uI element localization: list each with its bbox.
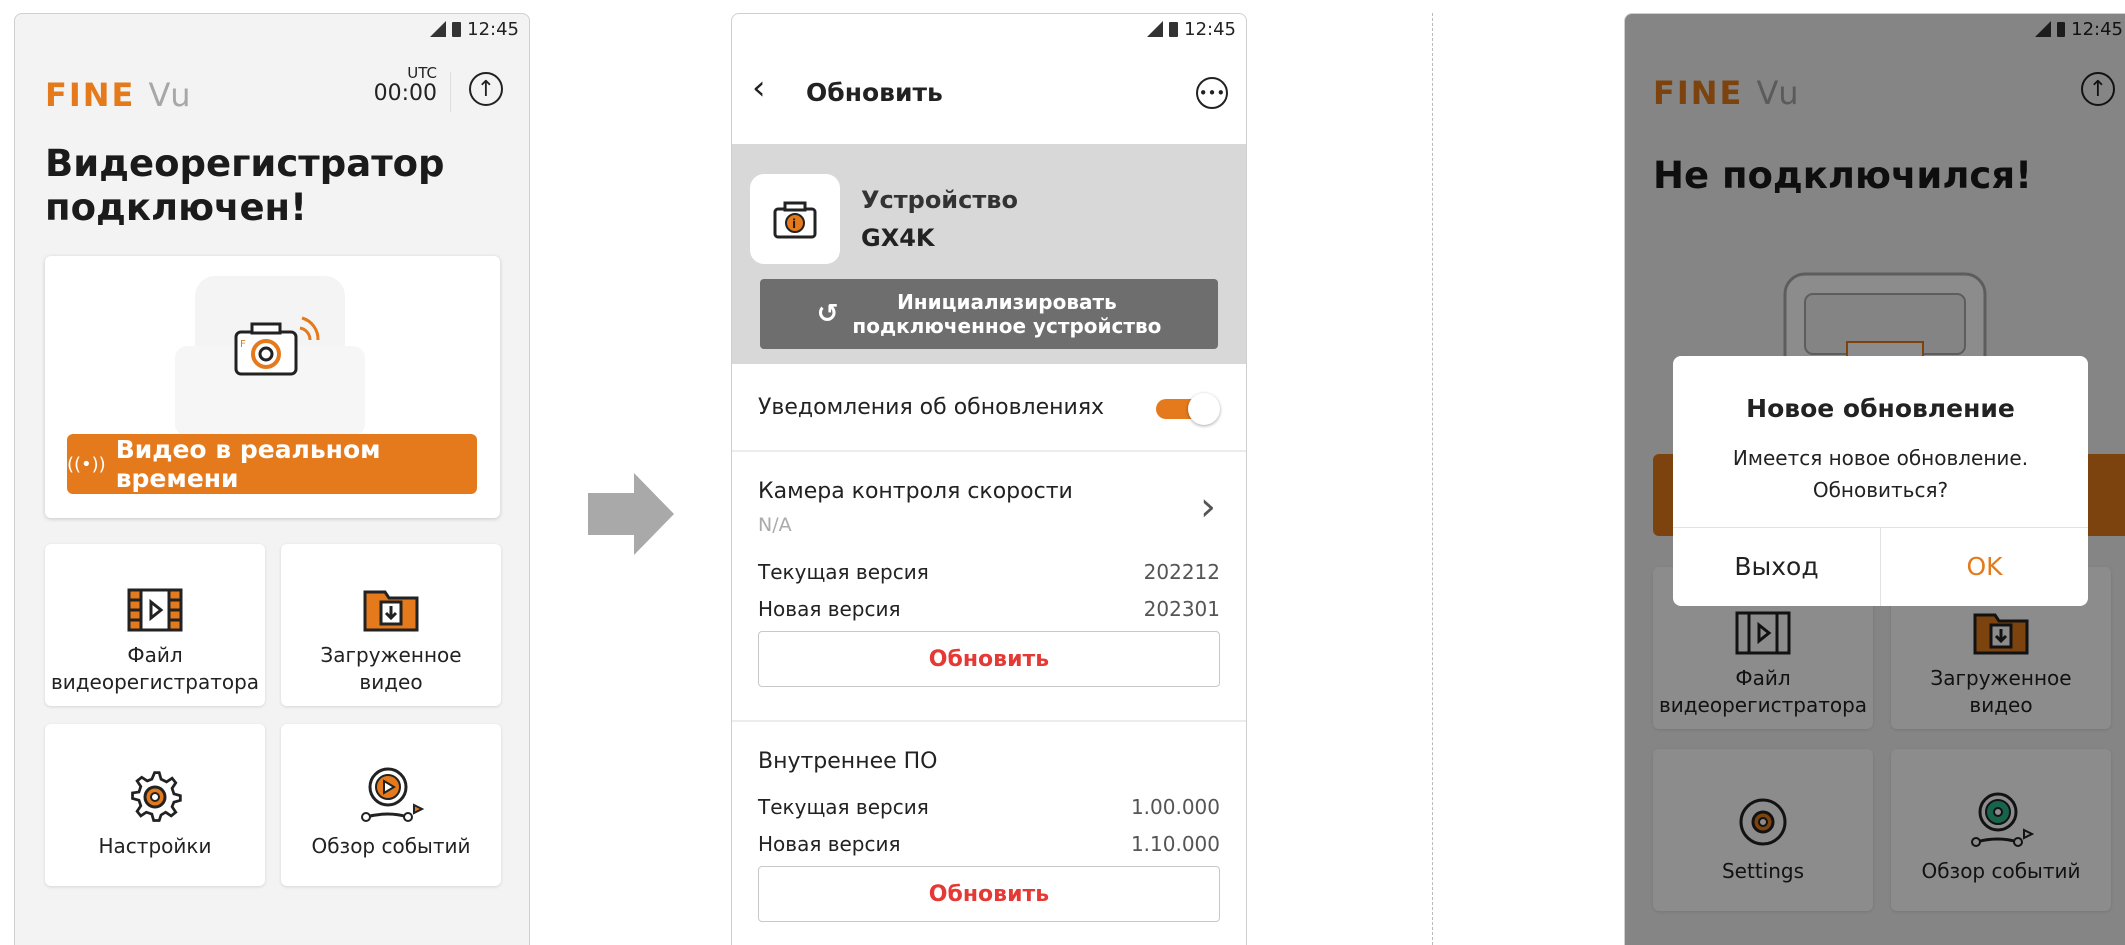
device-model: GX4K bbox=[861, 224, 935, 252]
finevu-logo: FINE Vu bbox=[45, 76, 193, 114]
event-map-icon bbox=[361, 767, 424, 822]
page-title: Видеорегистратор подключен! bbox=[45, 142, 445, 229]
speedcam-status: N/A bbox=[758, 514, 792, 536]
tile-label: видео bbox=[359, 670, 423, 694]
row-value: 1.00.000 bbox=[1130, 795, 1220, 819]
live-video-label: Видео в реальном времени bbox=[115, 435, 381, 493]
tile-label: Обзор событий bbox=[311, 834, 471, 858]
battery-icon bbox=[452, 21, 462, 37]
app-bar: ‹ Обновить ••• bbox=[732, 64, 1246, 124]
status-time: 12:45 bbox=[1184, 18, 1236, 40]
more-options-button[interactable]: ••• bbox=[1196, 77, 1228, 109]
device-icon: i bbox=[750, 174, 840, 264]
firmware-current-row: Текущая версия 1.00.000 bbox=[758, 795, 1220, 819]
arrow-right-icon bbox=[588, 473, 674, 555]
status-time: 12:45 bbox=[467, 18, 519, 40]
gear-icon bbox=[131, 771, 182, 822]
signal-icon bbox=[430, 21, 447, 37]
init-label-line2: подключенное устройство bbox=[852, 314, 1162, 338]
tile-label: Файл bbox=[127, 643, 183, 667]
film-icon bbox=[127, 588, 183, 632]
notifications-label: Уведомления об обновлениях bbox=[758, 395, 1105, 420]
signal-icon bbox=[1147, 21, 1164, 37]
update-dialog: Новое обновление Имеется новое обновлени… bbox=[1673, 356, 2088, 606]
broadcast-icon: ((•)) bbox=[67, 453, 106, 475]
tile-label: видеорегистратора bbox=[50, 670, 260, 694]
chevron-right-icon[interactable]: › bbox=[1200, 484, 1216, 530]
screen-connected: 12:45 FINE Vu UTC 00:00 ↑ Видеорегистрат… bbox=[14, 13, 530, 945]
update-label: Обновить bbox=[928, 646, 1050, 672]
tile-label: Загруженное bbox=[320, 643, 462, 667]
speedcam-current-row: Текущая версия 202212 bbox=[758, 560, 1220, 584]
notifications-toggle[interactable] bbox=[1156, 393, 1220, 425]
battery-icon bbox=[1169, 21, 1179, 37]
tile-label: Настройки bbox=[98, 834, 212, 858]
speedcam-new-row: Новая версия 202301 bbox=[758, 597, 1220, 621]
live-video-button[interactable]: ((•)) Видео в реальном времени bbox=[67, 434, 477, 494]
row-value: 202212 bbox=[1143, 560, 1220, 584]
download-folder-icon bbox=[363, 590, 419, 632]
dashcam-wifi-icon: F bbox=[234, 316, 320, 376]
divider bbox=[732, 450, 1246, 452]
initialize-device-button[interactable]: ↺ Инициализировать подключенное устройст… bbox=[760, 279, 1218, 349]
header-divider bbox=[450, 72, 451, 112]
row-value: 202301 bbox=[1143, 597, 1220, 621]
refresh-icon: ↺ bbox=[816, 299, 839, 329]
status-bar: 12:45 bbox=[15, 14, 529, 44]
utc-clock: UTC 00:00 bbox=[373, 64, 437, 107]
tile-event-review[interactable]: Обзор событий bbox=[281, 724, 501, 886]
screen-title: Обновить bbox=[806, 78, 943, 107]
status-bar: 12:45 bbox=[732, 14, 1246, 44]
utc-time: 00:00 bbox=[373, 81, 437, 106]
dialog-message: Имеется новое обновление. Обновиться? bbox=[1732, 446, 2029, 502]
update-label: Обновить bbox=[928, 881, 1050, 907]
row-label: Новая версия bbox=[758, 597, 901, 621]
init-label-line1: Инициализировать bbox=[897, 290, 1117, 314]
row-label: Текущая версия bbox=[758, 560, 929, 584]
firmware-title: Внутреннее ПО bbox=[758, 749, 938, 774]
speedcam-title: Камера контроля скорости bbox=[758, 479, 1073, 504]
dialog-ok-button[interactable]: OK bbox=[1881, 527, 2088, 606]
dialog-exit-button[interactable]: Выход bbox=[1673, 527, 1880, 606]
tile-downloaded-video[interactable]: Загруженное видео bbox=[281, 544, 501, 706]
row-value: 1.10.000 bbox=[1130, 832, 1220, 856]
live-view-card: F ((•)) Видео в реальном времени bbox=[45, 256, 500, 518]
section-divider bbox=[1432, 13, 1433, 945]
update-speedcam-button[interactable]: Обновить bbox=[758, 631, 1220, 687]
row-label: Текущая версия bbox=[758, 795, 929, 819]
device-label: Устройство bbox=[861, 186, 1018, 214]
svg-text:i: i bbox=[792, 217, 796, 231]
toggle-knob bbox=[1188, 393, 1220, 425]
dialog-title: Новое обновление bbox=[1746, 394, 2015, 423]
svg-text:F: F bbox=[240, 339, 246, 350]
back-icon[interactable]: ‹ bbox=[752, 68, 766, 108]
screen-update: 12:45 ‹ Обновить ••• i Устройство GX4K ↺… bbox=[731, 13, 1247, 945]
utc-label: UTC bbox=[407, 64, 437, 82]
tile-dashcam-files[interactable]: Файл видеорегистратора bbox=[45, 544, 265, 706]
row-label: Новая версия bbox=[758, 832, 901, 856]
firmware-new-row: Новая версия 1.10.000 bbox=[758, 832, 1220, 856]
update-firmware-button[interactable]: Обновить bbox=[758, 866, 1220, 922]
screen-not-connected: 12:45 FINE Vu ↑ Не подключился! Файл вид… bbox=[1624, 13, 2125, 945]
tile-settings[interactable]: Настройки bbox=[45, 724, 265, 886]
arrow-up-icon: ↑ bbox=[476, 76, 496, 102]
device-section: i Устройство GX4K ↺ Инициализировать под… bbox=[732, 144, 1246, 364]
divider bbox=[732, 720, 1246, 722]
dashcam-icon: i bbox=[773, 201, 817, 239]
firmware-update-button[interactable]: ↑ bbox=[469, 72, 503, 106]
